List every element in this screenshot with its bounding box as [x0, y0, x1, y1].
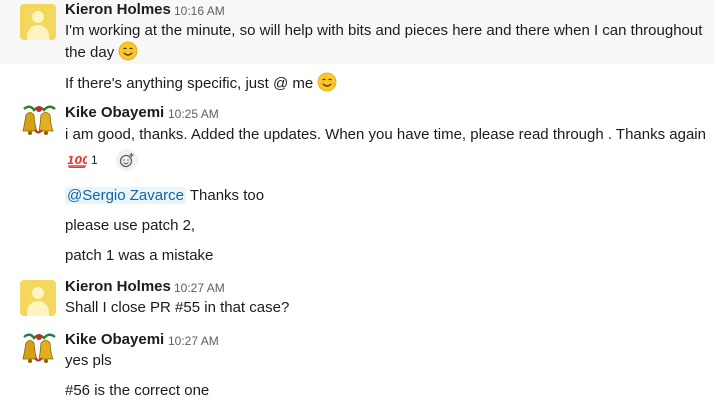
author-name[interactable]: Kieron Holmes [65, 1, 171, 18]
message-actions-toolbar [544, 0, 714, 6]
avatar[interactable] [20, 4, 56, 40]
user-mention[interactable]: @Sergio Zavarce [65, 187, 186, 204]
author-name[interactable]: Kike Obayemi [65, 331, 164, 348]
timestamp[interactable]: 10:16 AM [174, 4, 225, 18]
reaction-count: 1 [91, 153, 98, 167]
avatar[interactable] [20, 101, 58, 139]
author-name[interactable]: Kieron Holmes [65, 278, 171, 295]
message-text: patch 1 was a mistake [65, 247, 214, 264]
message-text: @Sergio Zavarce Thanks too [65, 187, 265, 204]
smiling-face-emoji [118, 41, 138, 61]
message-text: If there's anything specific, just @ me [65, 72, 337, 95]
avatar[interactable] [20, 280, 56, 316]
avatar[interactable] [20, 329, 58, 367]
timestamp[interactable]: 10:27 AM [174, 281, 225, 295]
smiling-face-emoji [317, 72, 337, 92]
message-text: please use patch 2, [65, 217, 196, 234]
reaction-pill[interactable]: 100 1 [65, 149, 104, 171]
hundred-points-emoji: 100 [67, 154, 87, 168]
add-reaction-icon [119, 153, 134, 168]
message-text: i am good, thanks. Added the updates. Wh… [65, 126, 706, 143]
timestamp[interactable]: 10:27 AM [168, 334, 219, 348]
message-text: #56 is the correct one [65, 382, 210, 399]
message-text: the day [65, 41, 138, 64]
message-text: yes pls [65, 352, 112, 369]
timestamp[interactable]: 10:25 AM [168, 107, 219, 121]
add-reaction-button[interactable] [116, 149, 138, 171]
author-name[interactable]: Kike Obayemi [65, 104, 164, 121]
message-text: Shall I close PR #55 in that case? [65, 299, 290, 316]
message-group[interactable]: Kieron Holmes 10:16 AM I'm working at th… [0, 0, 714, 64]
svg-text:100: 100 [67, 154, 87, 167]
message-text: I'm working at the minute, so will help … [65, 22, 703, 39]
